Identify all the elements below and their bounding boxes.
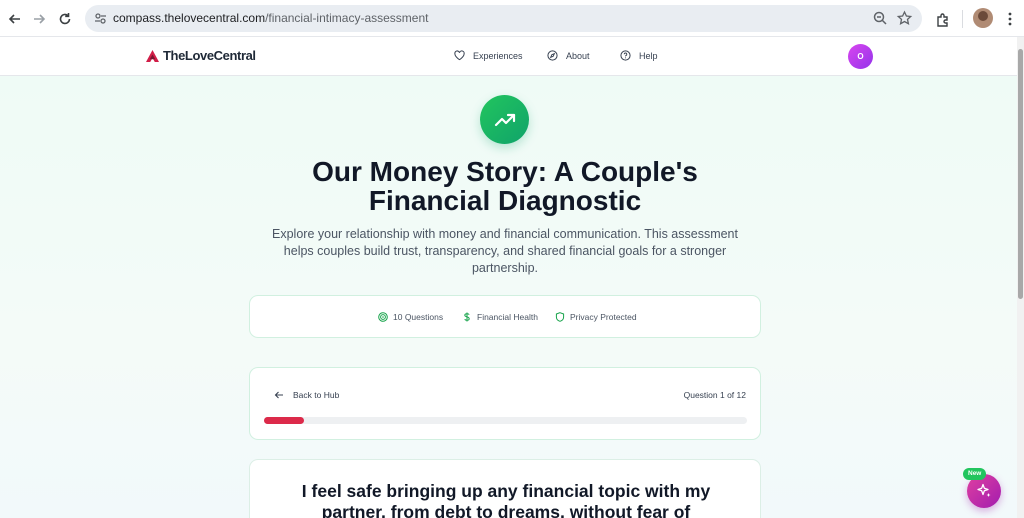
zoom-icon[interactable]: [872, 10, 889, 27]
url-text: compass.thelovecentral.com/financial-int…: [113, 11, 429, 25]
feature-financial-health-label: Financial Health: [477, 312, 538, 322]
progress-card: Back to Hub Question 1 of 12: [249, 367, 761, 440]
site-header: TheLoveCentral Experiences About Help O: [0, 37, 1017, 76]
feature-questions-label: 10 Questions: [393, 312, 444, 322]
page-subtitle: Explore your relationship with money and…: [272, 227, 738, 275]
heart-icon: [454, 50, 465, 61]
question-counter: Question 1 of 12: [683, 390, 746, 400]
new-badge: New: [963, 468, 987, 480]
profile-avatar[interactable]: [973, 8, 993, 28]
nav-experiences[interactable]: Experiences: [454, 50, 523, 61]
page-title: Our Money Story: A Couple's Financial Di…: [200, 157, 810, 215]
nav-experiences-label: Experiences: [473, 50, 523, 61]
trending-up-icon: [480, 95, 529, 144]
scrollbar-thumb[interactable]: [1018, 49, 1023, 299]
features-card: 10 Questions Financial Health Privacy Pr…: [249, 295, 761, 338]
assessment-page: Our Money Story: A Couple's Financial Di…: [0, 76, 1017, 518]
forward-arrow-icon[interactable]: [28, 8, 50, 30]
more-menu-icon[interactable]: [999, 8, 1021, 30]
site-info-icon[interactable]: [93, 11, 108, 26]
brand-name: TheLoveCentral: [163, 48, 256, 63]
address-bar[interactable]: compass.thelovecentral.com/financial-int…: [85, 5, 922, 32]
back-to-hub-label: Back to Hub: [293, 390, 340, 400]
brand-logo[interactable]: TheLoveCentral: [145, 48, 256, 63]
user-avatar[interactable]: O: [848, 44, 873, 69]
progress-track: [264, 417, 747, 424]
page-title-line2: Financial Diagnostic: [368, 185, 642, 216]
help-circle-icon: [620, 50, 631, 61]
shield-icon: [555, 312, 565, 322]
feature-questions: 10 Questions: [378, 312, 443, 322]
toolbar-divider: [962, 10, 963, 28]
nav-help-label: Help: [639, 50, 658, 61]
arrow-left-icon: [274, 391, 283, 399]
logo-mark-icon: [146, 49, 159, 62]
bookmark-star-icon[interactable]: [896, 10, 913, 27]
feature-privacy: Privacy Protected: [555, 312, 637, 322]
page-scrollbar[interactable]: [1017, 37, 1024, 518]
back-to-hub-button[interactable]: Back to Hub: [274, 390, 339, 400]
feature-privacy-label: Privacy Protected: [570, 312, 637, 322]
compass-icon: [547, 50, 558, 61]
back-arrow-icon[interactable]: [4, 8, 26, 30]
question-text: I feel safe bringing up any financial to…: [301, 481, 711, 518]
dollar-icon: [464, 312, 470, 322]
progress-fill: [264, 417, 305, 424]
page-title-line1: Our Money Story: A Couple's: [312, 156, 698, 187]
question-card: I feel safe bringing up any financial to…: [249, 459, 761, 518]
extensions-icon[interactable]: [931, 8, 953, 30]
nav-about[interactable]: About: [547, 50, 590, 61]
nav-about-label: About: [566, 50, 590, 61]
target-icon: [378, 312, 388, 322]
reload-icon[interactable]: [54, 8, 76, 30]
feature-financial-health: Financial Health: [462, 312, 538, 322]
browser-toolbar: compass.thelovecentral.com/financial-int…: [0, 0, 1024, 37]
sparkles-icon: [977, 483, 991, 497]
nav-help[interactable]: Help: [620, 50, 658, 61]
